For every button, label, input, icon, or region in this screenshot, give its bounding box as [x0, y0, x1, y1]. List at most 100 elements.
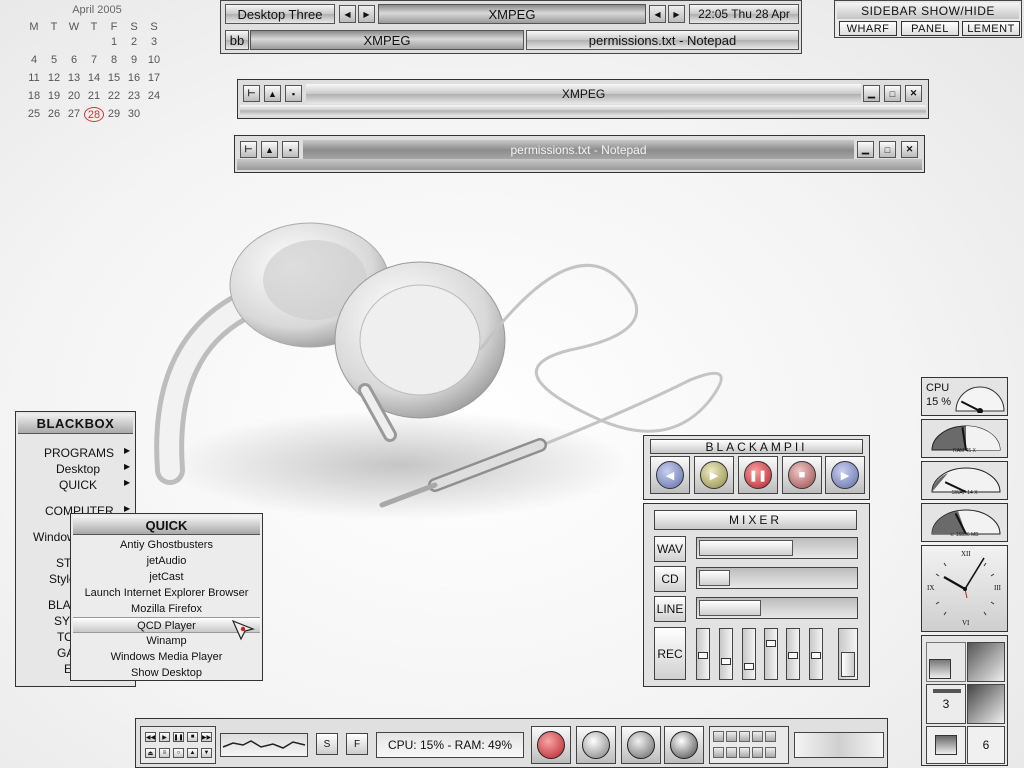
tray-icon-update[interactable]	[739, 747, 750, 758]
workspace-prev-button[interactable]: ◀	[339, 5, 356, 23]
calendar-day[interactable]: 19	[44, 89, 64, 104]
tray-icon-display[interactable]	[713, 747, 724, 758]
calendar-day[interactable]: 10	[144, 53, 164, 68]
eject-button[interactable]: ⏏	[145, 748, 156, 758]
slider-knob[interactable]	[811, 652, 821, 659]
menu-item-quick[interactable]: QUICK	[59, 478, 97, 492]
master-volume-slider[interactable]	[838, 628, 858, 680]
slider-knob[interactable]	[744, 663, 754, 670]
calendar-day[interactable]: 2	[124, 35, 144, 50]
pause-small-button[interactable]: ❚❚	[173, 732, 184, 742]
calendar-day[interactable]: 25	[24, 107, 44, 122]
close-button[interactable]: ✕	[905, 85, 922, 102]
cd-volume-slider[interactable]	[696, 567, 858, 589]
minimize-button[interactable]: ▁	[863, 85, 880, 102]
task-button-notepad[interactable]: permissions.txt - Notepad	[526, 30, 799, 50]
calendar-day[interactable]: 22	[104, 89, 124, 104]
calendar-day[interactable]: 1	[104, 35, 124, 50]
window-menu-button[interactable]: ⊢	[240, 141, 257, 158]
calendar-day[interactable]: 12	[44, 71, 64, 86]
workspace-next-button[interactable]: ▶	[358, 5, 375, 23]
taskbar-app-1[interactable]	[531, 726, 571, 764]
taskbar-app-3[interactable]	[621, 726, 661, 764]
shade-toggle-button[interactable]: S	[316, 733, 338, 755]
lement-button[interactable]: LEMENT	[962, 21, 1020, 36]
quick-menu-item[interactable]: jetAudio	[73, 553, 260, 569]
pager-desktop-2[interactable]	[967, 642, 1005, 682]
rec-channel-slider[interactable]	[764, 628, 778, 680]
window-next-button[interactable]: ▶	[668, 5, 685, 23]
quick-menu-item[interactable]: jetCast	[73, 569, 260, 585]
volume-down-button[interactable]: ▼	[201, 748, 212, 758]
pager-desktop-1[interactable]	[926, 642, 966, 682]
rec-channel-slider[interactable]	[696, 628, 710, 680]
calendar-day[interactable]: 20	[64, 89, 84, 104]
stop-small-button[interactable]: ■	[187, 732, 198, 742]
workspace-label[interactable]: Desktop Three	[225, 4, 335, 24]
forward-button[interactable]: ▶▶	[201, 732, 212, 742]
window-menu-button[interactable]: ⊢	[243, 85, 260, 102]
calendar-day[interactable]: 13	[64, 71, 84, 86]
calendar-day[interactable]: 5	[44, 53, 64, 68]
notepad-window-title[interactable]: permissions.txt - Notepad	[303, 140, 854, 160]
tray-icon-network[interactable]	[713, 731, 724, 742]
calendar-day[interactable]: 28	[84, 107, 104, 122]
menu-item-programs[interactable]: PROGRAMS	[44, 446, 114, 460]
tray-icon-firewall[interactable]	[726, 747, 737, 758]
calendar-day[interactable]: 11	[24, 71, 44, 86]
quick-menu-item[interactable]: Mozilla Firefox	[73, 601, 260, 617]
calendar-day[interactable]: 21	[84, 89, 104, 104]
calendar-day[interactable]: 14	[84, 71, 104, 86]
rewind-button[interactable]: ◀◀	[145, 732, 156, 742]
pager-desktop-5[interactable]	[926, 726, 966, 764]
calendar-day[interactable]: 29	[104, 107, 124, 122]
menu-item-desktop[interactable]: Desktop	[56, 462, 100, 476]
close-button[interactable]: ✕	[901, 141, 918, 158]
maximize-button[interactable]: □	[879, 141, 896, 158]
wav-volume-slider[interactable]	[696, 537, 858, 559]
rec-channel-slider[interactable]	[719, 628, 733, 680]
tray-icon-mail[interactable]	[739, 731, 750, 742]
repeat-button[interactable]: ○	[173, 748, 184, 758]
minimize-button[interactable]: ▁	[857, 141, 874, 158]
float-toggle-button[interactable]: F	[346, 733, 368, 755]
calendar-day[interactable]: 15	[104, 71, 124, 86]
calendar-day[interactable]: 27	[64, 107, 84, 122]
quick-menu-item[interactable]: Antiy Ghostbusters	[73, 537, 260, 553]
calendar-day[interactable]: 30	[124, 107, 144, 122]
calendar-day[interactable]: 23	[124, 89, 144, 104]
play-small-button[interactable]: ▶	[159, 732, 170, 742]
bb-button[interactable]: bb	[225, 30, 249, 50]
tray-icon-keyboard[interactable]	[752, 747, 763, 758]
quick-menu-item[interactable]: Windows Media Player	[73, 649, 260, 665]
maximize-button[interactable]: □	[884, 85, 901, 102]
slider-knob[interactable]	[766, 640, 776, 647]
sticky-button[interactable]: ▪	[282, 141, 299, 158]
rec-channel-slider[interactable]	[786, 628, 800, 680]
shade-button[interactable]: ▲	[264, 85, 281, 102]
rec-channel-slider[interactable]	[809, 628, 823, 680]
volume-up-button[interactable]: ▲	[187, 748, 198, 758]
active-window-label[interactable]: XMPEG	[378, 4, 646, 24]
sticky-button[interactable]: ▪	[285, 85, 302, 102]
calendar-day[interactable]: 6	[64, 53, 84, 68]
calendar-day[interactable]: 8	[104, 53, 124, 68]
calendar-day[interactable]: 16	[124, 71, 144, 86]
pager-desktop-3[interactable]: 3	[926, 684, 966, 724]
line-volume-slider[interactable]	[696, 597, 858, 619]
xmpeg-resize-grip[interactable]	[240, 105, 926, 116]
window-prev-button[interactable]: ◀	[649, 5, 666, 23]
tray-icon-antivirus[interactable]	[765, 731, 776, 742]
task-button-xmpeg[interactable]: XMPEG	[250, 30, 524, 50]
shade-button[interactable]: ▲	[261, 141, 278, 158]
taskbar-app-4[interactable]	[664, 726, 704, 764]
next-button[interactable]: ▶	[825, 456, 865, 494]
pager-desktop-6[interactable]: 6	[967, 726, 1005, 764]
quick-menu-item[interactable]: Show Desktop	[73, 665, 260, 681]
notepad-resize-grip[interactable]	[237, 159, 922, 170]
play-button[interactable]: ▶	[694, 456, 734, 494]
quick-menu-item[interactable]: Launch Internet Explorer Browser	[73, 585, 260, 601]
calendar-day[interactable]: 26	[44, 107, 64, 122]
toolbar-clock[interactable]: 22:05 Thu 28 Apr	[689, 4, 799, 24]
tray-icon-clipboard[interactable]	[765, 747, 776, 758]
